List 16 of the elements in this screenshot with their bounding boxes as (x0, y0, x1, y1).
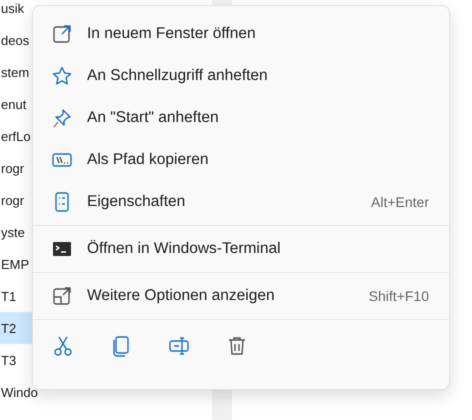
shortcut-text: Alt+Enter (371, 194, 429, 210)
open-window-icon (51, 23, 73, 45)
menu-item[interactable]: Weitere Optionen anzeigen Shift+F10 (33, 275, 449, 317)
menu-item[interactable]: An "Start" anheften (33, 97, 449, 139)
trash-icon (226, 335, 248, 357)
pin-icon (51, 107, 73, 129)
shortcut-text: Shift+F10 (368, 288, 429, 304)
menu-item[interactable]: Eigenschaften Alt+Enter (33, 181, 449, 223)
menu-item[interactable]: In neuem Fenster öffnen (33, 13, 449, 55)
scissors-icon (52, 335, 74, 357)
menu-item[interactable]: Öffnen in Windows-Terminal (33, 228, 449, 270)
menu-item[interactable]: An Schnellzugriff anheften (33, 55, 449, 97)
more-options-icon (51, 285, 73, 307)
menu-item[interactable]: Als Pfad kopieren (33, 139, 449, 181)
star-icon (51, 65, 73, 87)
rename-icon (168, 335, 190, 357)
